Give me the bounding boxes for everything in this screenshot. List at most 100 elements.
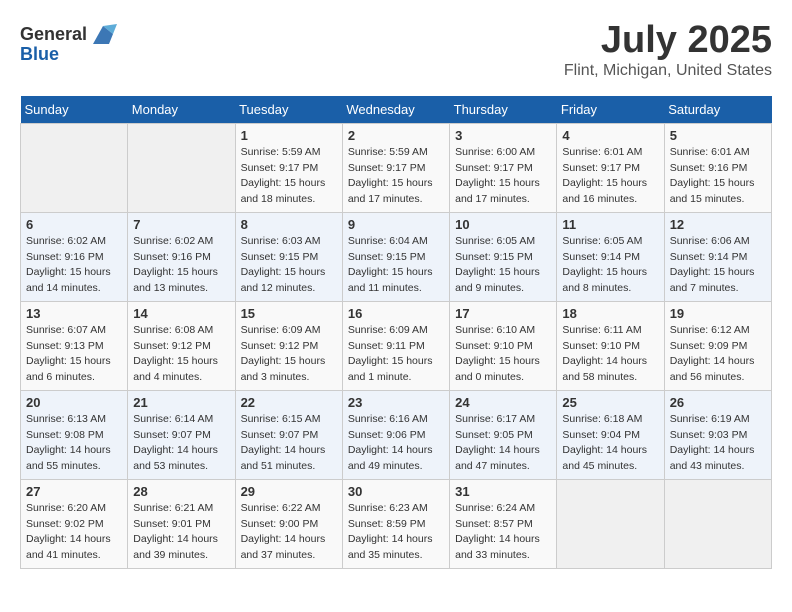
calendar-cell: 14 Sunrise: 6:08 AM Sunset: 9:12 PM Dayli… [128,301,235,390]
day-number: 28 [133,484,229,499]
calendar-cell: 29 Sunrise: 6:22 AM Sunset: 9:00 PM Dayli… [235,479,342,568]
day-detail: Sunrise: 6:13 AM Sunset: 9:08 PM Dayligh… [26,412,122,475]
day-number: 19 [670,306,766,321]
day-detail: Sunrise: 6:08 AM Sunset: 9:12 PM Dayligh… [133,323,229,386]
day-detail: Sunrise: 5:59 AM Sunset: 9:17 PM Dayligh… [348,145,444,208]
calendar-cell [557,479,664,568]
calendar-cell: 13Sunrise: 6:07 AM Sunset: 9:13 PM Dayli… [21,301,128,390]
day-number: 20 [26,395,122,410]
calendar-cell: 12 Sunrise: 6:06 AM Sunset: 9:14 PM Dayli… [664,212,771,301]
day-detail: Sunrise: 6:05 AM Sunset: 9:14 PM Dayligh… [562,234,658,297]
day-number: 29 [241,484,337,499]
day-detail: Sunrise: 6:10 AM Sunset: 9:10 PM Dayligh… [455,323,551,386]
day-number: 15 [241,306,337,321]
calendar-cell: 15 Sunrise: 6:09 AM Sunset: 9:12 PM Dayli… [235,301,342,390]
day-number: 9 [348,217,444,232]
day-detail: Sunrise: 6:15 AM Sunset: 9:07 PM Dayligh… [241,412,337,475]
calendar-cell: 2 Sunrise: 5:59 AM Sunset: 9:17 PM Daylig… [342,123,449,212]
calendar-cell: 3Sunrise: 6:00 AM Sunset: 9:17 PM Daylig… [450,123,557,212]
calendar-cell: 5 Sunrise: 6:01 AM Sunset: 9:16 PM Daylig… [664,123,771,212]
day-detail: Sunrise: 6:21 AM Sunset: 9:01 PM Dayligh… [133,501,229,564]
day-number: 24 [455,395,551,410]
day-detail: Sunrise: 6:22 AM Sunset: 9:00 PM Dayligh… [241,501,337,564]
day-detail: Sunrise: 6:07 AM Sunset: 9:13 PM Dayligh… [26,323,122,386]
day-detail: Sunrise: 6:18 AM Sunset: 9:04 PM Dayligh… [562,412,658,475]
calendar-cell: 25 Sunrise: 6:18 AM Sunset: 9:04 PM Dayli… [557,390,664,479]
day-detail: Sunrise: 6:06 AM Sunset: 9:14 PM Dayligh… [670,234,766,297]
day-detail: Sunrise: 6:20 AM Sunset: 9:02 PM Dayligh… [26,501,122,564]
day-detail: Sunrise: 6:16 AM Sunset: 9:06 PM Dayligh… [348,412,444,475]
day-detail: Sunrise: 6:09 AM Sunset: 9:12 PM Dayligh… [241,323,337,386]
calendar-cell: 19Sunrise: 6:12 AM Sunset: 9:09 PM Dayli… [664,301,771,390]
day-number: 6 [26,217,122,232]
title-block: July 2025 Flint, Michigan, United States [564,20,772,80]
day-number: 5 [670,128,766,143]
day-detail: Sunrise: 5:59 AM Sunset: 9:17 PM Dayligh… [241,145,337,208]
weekday-header: Saturday [664,96,771,124]
day-number: 11 [562,217,658,232]
day-number: 26 [670,395,766,410]
calendar-cell [21,123,128,212]
calendar-cell: 1 Sunrise: 5:59 AM Sunset: 9:17 PM Daylig… [235,123,342,212]
calendar-week-row: 6 Sunrise: 6:02 AM Sunset: 9:16 PM Daylig… [21,212,772,301]
weekday-header: Thursday [450,96,557,124]
calendar-cell: 28 Sunrise: 6:21 AM Sunset: 9:01 PM Dayli… [128,479,235,568]
day-detail: Sunrise: 6:17 AM Sunset: 9:05 PM Dayligh… [455,412,551,475]
calendar-cell: 17 Sunrise: 6:10 AM Sunset: 9:10 PM Dayli… [450,301,557,390]
day-number: 18 [562,306,658,321]
day-number: 12 [670,217,766,232]
day-detail: Sunrise: 6:03 AM Sunset: 9:15 PM Dayligh… [241,234,337,297]
calendar-cell: 27 Sunrise: 6:20 AM Sunset: 9:02 PM Dayli… [21,479,128,568]
weekday-header-row: SundayMondayTuesdayWednesdayThursdayFrid… [21,96,772,124]
day-number: 7 [133,217,229,232]
day-detail: Sunrise: 6:09 AM Sunset: 9:11 PM Dayligh… [348,323,444,386]
day-detail: Sunrise: 6:05 AM Sunset: 9:15 PM Dayligh… [455,234,551,297]
calendar-week-row: 20 Sunrise: 6:13 AM Sunset: 9:08 PM Dayli… [21,390,772,479]
day-number: 23 [348,395,444,410]
day-number: 27 [26,484,122,499]
day-number: 4 [562,128,658,143]
logo-general: General [20,24,87,45]
weekday-header: Wednesday [342,96,449,124]
calendar-cell: 6Sunrise: 6:02 AM Sunset: 9:16 PM Daylig… [21,212,128,301]
calendar-cell [128,123,235,212]
calendar-cell: 23 Sunrise: 6:16 AM Sunset: 9:06 PM Dayli… [342,390,449,479]
calendar-cell: 10Sunrise: 6:05 AM Sunset: 9:15 PM Dayli… [450,212,557,301]
calendar-cell: 31Sunrise: 6:24 AM Sunset: 8:57 PM Dayli… [450,479,557,568]
calendar-cell: 8 Sunrise: 6:03 AM Sunset: 9:15 PM Daylig… [235,212,342,301]
day-detail: Sunrise: 6:23 AM Sunset: 8:59 PM Dayligh… [348,501,444,564]
day-detail: Sunrise: 6:00 AM Sunset: 9:17 PM Dayligh… [455,145,551,208]
calendar-cell: 7 Sunrise: 6:02 AM Sunset: 9:16 PM Daylig… [128,212,235,301]
day-number: 1 [241,128,337,143]
page-header: General Blue July 2025 Flint, Michigan, … [20,20,772,80]
day-detail: Sunrise: 6:04 AM Sunset: 9:15 PM Dayligh… [348,234,444,297]
day-number: 30 [348,484,444,499]
calendar-cell [664,479,771,568]
calendar-cell: 24 Sunrise: 6:17 AM Sunset: 9:05 PM Dayli… [450,390,557,479]
calendar-week-row: 1 Sunrise: 5:59 AM Sunset: 9:17 PM Daylig… [21,123,772,212]
day-number: 22 [241,395,337,410]
day-number: 2 [348,128,444,143]
calendar-week-row: 13Sunrise: 6:07 AM Sunset: 9:13 PM Dayli… [21,301,772,390]
logo-blue: Blue [20,44,59,65]
day-detail: Sunrise: 6:01 AM Sunset: 9:16 PM Dayligh… [670,145,766,208]
calendar-week-row: 27 Sunrise: 6:20 AM Sunset: 9:02 PM Dayli… [21,479,772,568]
weekday-header: Monday [128,96,235,124]
subtitle: Flint, Michigan, United States [564,62,772,80]
day-number: 8 [241,217,337,232]
day-number: 17 [455,306,551,321]
day-number: 25 [562,395,658,410]
calendar-table: SundayMondayTuesdayWednesdayThursdayFrid… [20,96,772,569]
day-number: 14 [133,306,229,321]
calendar-cell: 21Sunrise: 6:14 AM Sunset: 9:07 PM Dayli… [128,390,235,479]
calendar-cell: 4 Sunrise: 6:01 AM Sunset: 9:17 PM Daylig… [557,123,664,212]
calendar-cell: 11 Sunrise: 6:05 AM Sunset: 9:14 PM Dayli… [557,212,664,301]
day-detail: Sunrise: 6:02 AM Sunset: 9:16 PM Dayligh… [133,234,229,297]
main-title: July 2025 [564,20,772,62]
calendar-cell: 20 Sunrise: 6:13 AM Sunset: 9:08 PM Dayli… [21,390,128,479]
day-number: 21 [133,395,229,410]
weekday-header: Sunday [21,96,128,124]
logo: General Blue [20,20,117,65]
calendar-cell: 18Sunrise: 6:11 AM Sunset: 9:10 PM Dayli… [557,301,664,390]
day-detail: Sunrise: 6:01 AM Sunset: 9:17 PM Dayligh… [562,145,658,208]
